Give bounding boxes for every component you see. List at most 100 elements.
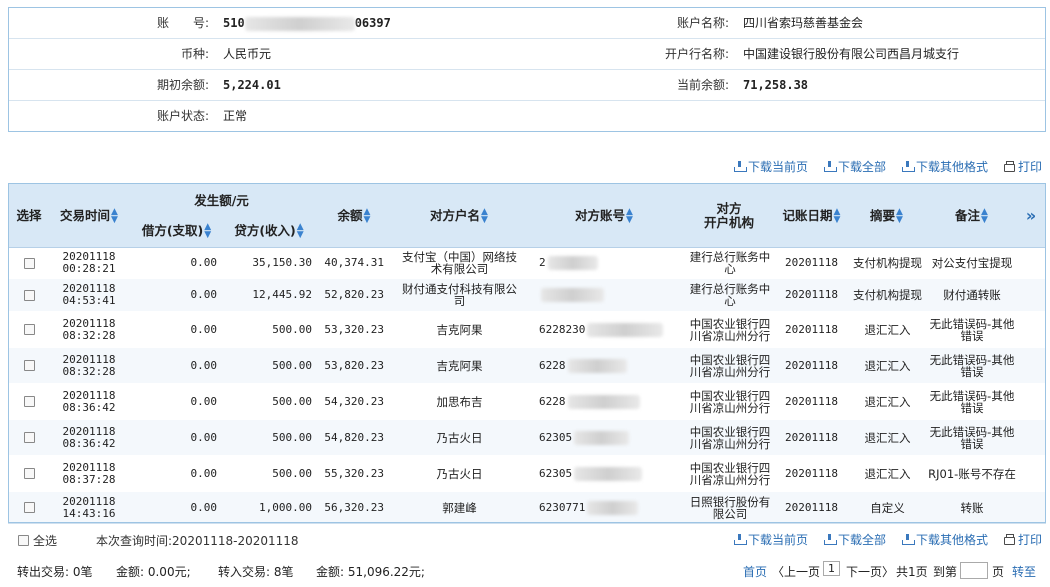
cell-party-account: 62305 xyxy=(524,420,684,455)
cell-bank: 中国农业银行四川省凉山州分行 xyxy=(686,456,774,491)
header-remark-label: 备注 xyxy=(955,208,981,223)
cell-summary: 支付机构提现 xyxy=(851,279,924,311)
opening-balance-label: 期初余额: xyxy=(156,78,209,92)
row-checkbox[interactable] xyxy=(23,502,35,513)
download-icon xyxy=(733,161,747,172)
row-checkbox[interactable] xyxy=(23,360,35,371)
sort-icon: ▲ ▼ xyxy=(296,222,304,240)
row-checkbox[interactable] xyxy=(23,396,35,407)
masked-digits xyxy=(567,394,640,409)
cell-post: 20201118 xyxy=(774,456,849,491)
print-button[interactable]: 打印 xyxy=(1003,158,1042,175)
sort-icon: ▲ ▼ xyxy=(626,207,633,225)
balance-text: 54,820.23 xyxy=(324,430,384,444)
cell-summary: 退汇汇入 xyxy=(851,312,924,347)
cell-remark: 转账 xyxy=(927,492,1017,522)
select-all-checkbox[interactable] xyxy=(18,535,29,546)
status-value: 正常 xyxy=(223,109,248,123)
cell-remark: 无此错误码-其他错误 xyxy=(927,420,1017,455)
txn-date: 20201118 xyxy=(62,424,116,438)
cell-post: 20201118 xyxy=(774,492,849,522)
header-party-name[interactable]: 对方户名 ▲ ▼ xyxy=(394,184,524,248)
post-text: 20201118 xyxy=(785,256,838,269)
summary-text: 退汇汇入 xyxy=(864,322,911,337)
current-balance-label: 当前余额: xyxy=(676,78,729,92)
goto-page-input[interactable] xyxy=(960,562,988,579)
download-all-label: 下载全部 xyxy=(837,533,886,547)
current-balance-value: 71,258.38 xyxy=(743,78,809,92)
top-toolbar: 下载当前页 下载全部 下载其他格式 打印 xyxy=(733,158,1042,175)
credit-text: 500.00 xyxy=(272,322,312,336)
txn-date: 20201118 xyxy=(62,388,116,402)
post-text: 20201118 xyxy=(785,394,838,408)
row-checkbox[interactable] xyxy=(23,289,35,301)
download-all-button[interactable]: 下载全部 xyxy=(823,158,886,175)
row-select-cell xyxy=(9,456,49,491)
expand-columns-button[interactable]: » xyxy=(1019,184,1043,248)
post-text: 20201118 xyxy=(785,358,838,372)
download-current-button[interactable]: 下载当前页 xyxy=(733,531,808,548)
summary-text: 退汇汇入 xyxy=(864,466,911,481)
printer-icon xyxy=(1003,533,1015,545)
cell-party-account: 62305 xyxy=(524,456,684,491)
header-credit[interactable]: 贷方(收入) ▲ ▼ xyxy=(224,220,314,242)
download-other-label: 下载其他格式 xyxy=(915,533,988,547)
out-amount: 金额: 0.00元; xyxy=(116,565,191,579)
header-time-label: 交易时间 xyxy=(60,208,111,223)
header-time[interactable]: 交易时间 ▲ ▼ xyxy=(49,184,129,248)
post-text: 20201118 xyxy=(785,500,838,514)
header-balance[interactable]: 余额 ▲ ▼ xyxy=(314,184,394,248)
header-remark[interactable]: 备注 ▲ ▼ xyxy=(924,184,1019,248)
cell-debit: 0.00 xyxy=(129,456,218,491)
account-prefix: 62305 xyxy=(539,430,573,444)
cell-summary: 自定义 xyxy=(851,492,924,522)
header-summary[interactable]: 摘要 ▲ ▼ xyxy=(849,184,924,248)
cell-debit: 0.00 xyxy=(129,384,218,419)
debit-text: 0.00 xyxy=(190,500,218,514)
select-all-control[interactable]: 全选 xyxy=(18,532,57,549)
remark-text: 无此错误码-其他错误 xyxy=(929,388,1015,415)
sort-icon: ▲ ▼ xyxy=(363,207,371,225)
header-debit[interactable]: 借方(支取) ▲ ▼ xyxy=(129,220,224,242)
header-amount-group: 发生额/元 xyxy=(194,193,249,208)
cell-party: 乃古火日 xyxy=(397,420,522,455)
row-select-cell xyxy=(9,279,49,311)
download-other-button[interactable]: 下载其他格式 xyxy=(901,531,988,548)
print-button[interactable]: 打印 xyxy=(1003,531,1042,548)
txn-date: 20201118 xyxy=(62,460,116,474)
bank-text: 中国农业银行四川省凉山州分行 xyxy=(689,424,771,451)
sort-icon: ▲ ▼ xyxy=(896,207,903,225)
bank-text: 中国农业银行四川省凉山州分行 xyxy=(689,388,771,415)
header-party-account[interactable]: 对方账号 ▲ ▼ xyxy=(524,184,684,248)
cell-time: 20201118 00:28:21 xyxy=(49,248,129,278)
txn-date: 20201118 xyxy=(62,352,116,366)
goto-button[interactable]: 转至 xyxy=(1012,563,1036,580)
account-name-value: 四川省索玛慈善基金会 xyxy=(743,16,864,30)
row-checkbox[interactable] xyxy=(23,432,35,443)
row-checkbox[interactable] xyxy=(23,324,35,335)
header-post-date[interactable]: 记账日期 ▲ ▼ xyxy=(774,184,849,248)
cell-party-account: 6228230 xyxy=(524,312,684,347)
download-all-button[interactable]: 下载全部 xyxy=(823,531,886,548)
cell-credit: 12,445.92 xyxy=(224,279,312,311)
row-checkbox[interactable] xyxy=(23,257,35,269)
row-select-cell xyxy=(9,420,49,455)
cell-summary: 退汇汇入 xyxy=(851,348,924,383)
debit-text: 0.00 xyxy=(190,394,218,408)
balance-text: 52,820.23 xyxy=(324,288,384,301)
summary-text: 退汇汇入 xyxy=(864,430,911,445)
download-current-button[interactable]: 下载当前页 xyxy=(733,158,808,175)
row-checkbox[interactable] xyxy=(23,468,35,479)
prev-page-link[interactable]: 〈上一页 xyxy=(772,563,820,580)
post-text: 20201118 xyxy=(785,288,838,301)
next-page-link[interactable]: 下一页〉 xyxy=(846,563,894,580)
row-select-cell xyxy=(9,248,49,278)
bank-label: 开户行名称: xyxy=(664,47,729,61)
bank-value: 中国建设银行股份有限公司西昌月城支行 xyxy=(743,47,960,61)
bank-text: 中国农业银行四川省凉山州分行 xyxy=(689,460,771,487)
first-page-link[interactable]: 首页 xyxy=(743,563,767,580)
account-prefix: 2 xyxy=(539,256,546,269)
debit-text: 0.00 xyxy=(190,358,218,372)
bank-text: 建行总行账务中心 xyxy=(689,250,771,276)
download-other-button[interactable]: 下载其他格式 xyxy=(901,158,988,175)
